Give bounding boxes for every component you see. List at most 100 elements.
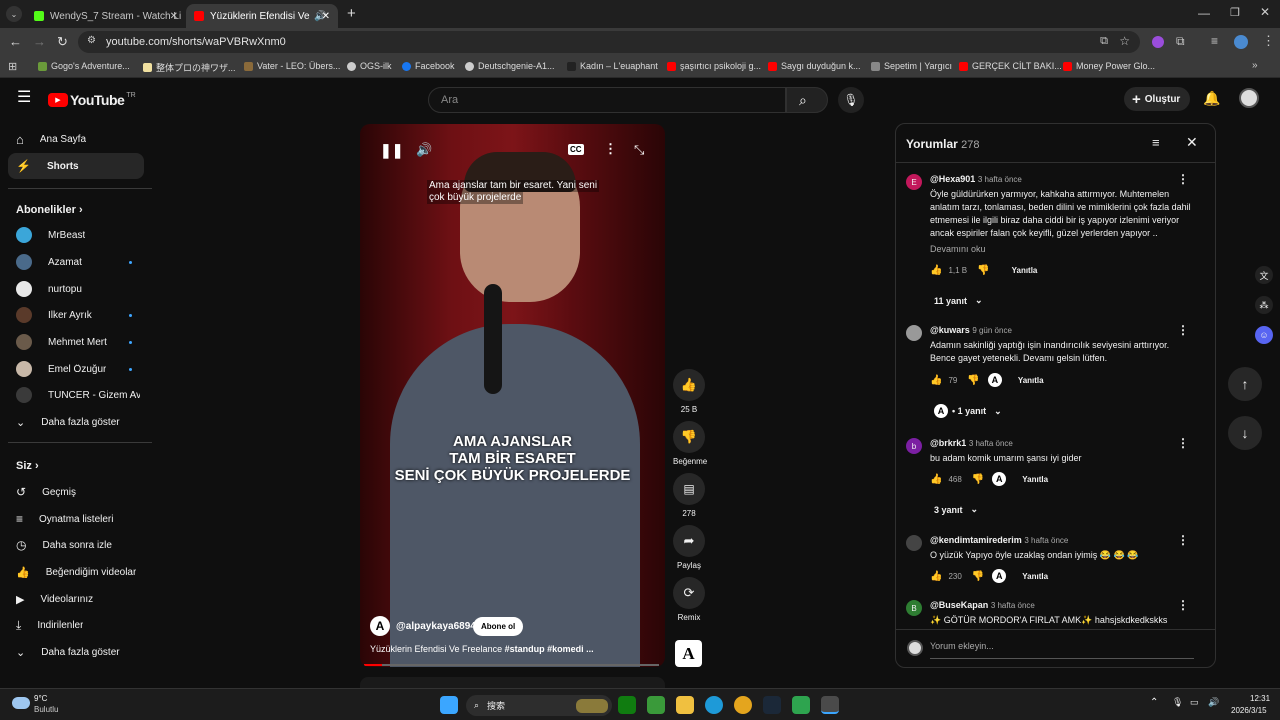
channel-name[interactable]: @alpaykaya6894 (396, 621, 476, 632)
menu-icon[interactable]: ⋮ (1262, 33, 1275, 49)
file-explorer-icon[interactable] (676, 696, 694, 714)
volume-icon[interactable]: 🔊 (416, 142, 432, 158)
comments-button[interactable]: ▤ 278 (673, 473, 705, 518)
hamburger-menu-icon[interactable]: ☰ (17, 90, 31, 106)
profile-avatar[interactable] (1234, 35, 1248, 49)
comment-menu-icon[interactable]: ⋮ (1177, 533, 1189, 547)
create-button[interactable]: + Oluştur (1124, 87, 1190, 111)
youtube-logo[interactable]: ▶ YouTube TR (48, 92, 136, 108)
subscriptions-header[interactable]: Abonelikler › (16, 204, 83, 216)
edge-icon[interactable] (705, 696, 723, 714)
notifications-icon[interactable]: 🔔 (1203, 90, 1220, 107)
replies-toggle[interactable]: A • 1 yanıt ⌄ (934, 404, 1002, 418)
tab-kick[interactable]: WendyS_7 Stream - Watch Li ✕ (26, 4, 186, 28)
thumbs-down-icon[interactable]: 👎 (967, 375, 979, 386)
bookmark[interactable]: Saygı duyduğun k... (768, 61, 861, 71)
extension-side-icon[interactable]: ⁂ (1255, 296, 1273, 314)
thumbs-down-icon[interactable]: 👎 (972, 474, 984, 485)
replies-toggle[interactable]: 3 yanıt ⌄ (934, 504, 978, 515)
taskbar-search[interactable]: ⌕ 搜索 (466, 695, 612, 716)
more-bookmarks-icon[interactable]: » (1252, 60, 1258, 71)
search-input[interactable]: Ara (428, 87, 786, 113)
reply-button[interactable]: Yanıtla (1012, 266, 1038, 275)
replies-toggle[interactable]: 11 yanıt ⌄ (934, 295, 983, 306)
reply-button[interactable]: Yanıtla (1022, 572, 1048, 581)
read-more-link[interactable]: Devamını oku (930, 244, 986, 254)
you-header[interactable]: Siz › (16, 460, 39, 472)
reply-button[interactable]: Yanıtla (1022, 475, 1048, 484)
next-short-button[interactable]: ↓ (1228, 416, 1262, 450)
channel-avatar[interactable]: A (370, 616, 390, 636)
avatar[interactable] (906, 325, 922, 341)
media-icon[interactable]: ≡ (1211, 34, 1218, 48)
avatar[interactable]: B (906, 600, 922, 616)
avatar[interactable] (906, 535, 922, 551)
captions-icon[interactable]: CC (568, 144, 584, 155)
sidebar-item-home[interactable]: ⌂ Ana Sayfa (8, 126, 144, 152)
restore-icon[interactable]: ❐ (1230, 6, 1240, 19)
like-button[interactable]: 👍 25 B (673, 369, 705, 414)
close-window-icon[interactable]: ✕ (1260, 5, 1270, 19)
apps-icon[interactable]: ⊞ (8, 60, 17, 73)
comment-menu-icon[interactable]: ⋮ (1177, 598, 1189, 612)
reload-icon[interactable]: ↻ (57, 34, 68, 50)
clock-date[interactable]: 2026/3/15 (1231, 706, 1267, 715)
mic-icon[interactable]: 🎙 (1172, 697, 1183, 708)
sidebar-item-subscription[interactable]: MrBeast (8, 222, 144, 248)
search-button[interactable]: ⌕ (786, 87, 828, 113)
bookmark[interactable]: Kadın – L'euaphant (567, 61, 658, 71)
sidebar-item-subscription[interactable]: nurtopu (8, 276, 144, 302)
close-icon[interactable]: ✕ (1186, 134, 1198, 151)
comment-menu-icon[interactable]: ⋮ (1177, 323, 1189, 337)
forward-icon[interactable]: → (33, 34, 46, 49)
sidebar-item-subscription[interactable]: Emel Özuğur (8, 356, 144, 382)
sidebar-item-subscription[interactable]: Mehmet Mert (8, 329, 144, 355)
sidebar-item-history[interactable]: ↺ Geçmiş (8, 479, 144, 505)
sidebar-item-show-more[interactable]: ⌄ Daha fazla göster (8, 409, 144, 435)
steam-icon[interactable] (763, 696, 781, 714)
shorts-video-player[interactable]: ❚❚ 🔊 CC ⋮ ⤡ Ama ajanslar tam bir esaret.… (360, 124, 665, 667)
app-icon[interactable] (792, 696, 810, 714)
bookmark[interactable]: Deutschgenie-A1... (465, 61, 555, 71)
thumbs-up-icon[interactable]: 👍 (930, 265, 942, 276)
comment-menu-icon[interactable]: ⋮ (1177, 436, 1189, 450)
sidebar-item-playlists[interactable]: ≡ Oynatma listeleri (8, 506, 144, 532)
thumbs-up-icon[interactable]: 👍 (930, 571, 942, 582)
network-icon[interactable]: ▭ (1190, 697, 1199, 708)
bookmark[interactable]: OGS-ilk (347, 61, 392, 71)
app-icon[interactable] (647, 696, 665, 714)
start-icon[interactable] (440, 696, 458, 714)
sidebar-item-downloads[interactable]: ⤓ İndirilenler (8, 612, 144, 638)
tab-search-icon[interactable]: ⌄ (6, 6, 22, 22)
bookmark[interactable]: GERÇEK CİLT BAKI... (959, 61, 1062, 71)
pause-icon[interactable]: ❚❚ (380, 142, 403, 159)
assistant-side-icon[interactable]: ☺ (1255, 326, 1273, 344)
comment-menu-icon[interactable]: ⋮ (1177, 172, 1189, 186)
sidebar-item-liked-videos[interactable]: 👍 Beğendiğim videolar (8, 559, 144, 585)
minimize-icon[interactable]: — (1198, 6, 1210, 20)
weather-icon[interactable] (12, 697, 30, 709)
share-button[interactable]: ➦ Paylaş (673, 525, 705, 570)
chrome-icon[interactable] (734, 696, 752, 714)
new-tab-button[interactable]: + (347, 5, 356, 22)
bookmark[interactable]: Sepetim | Yargıcı (871, 61, 952, 71)
add-comment-input[interactable]: Yorum ekleyin... (930, 641, 1194, 659)
bookmark[interactable]: şaşırtıcı psikoloji g... (667, 61, 761, 71)
sidebar-item-show-more[interactable]: ⌄ Daha fazla göster (8, 639, 144, 665)
sidebar-item-watch-later[interactable]: ◷ Daha sonra izle (8, 532, 144, 558)
sort-icon[interactable]: ≡ (1152, 135, 1160, 150)
install-icon[interactable]: ⧉ (1100, 35, 1108, 48)
sidebar-item-shorts[interactable]: ⚡ Shorts (8, 153, 144, 179)
dislike-button[interactable]: 👎 Beğenme (673, 421, 707, 466)
xbox-icon[interactable] (618, 696, 636, 714)
translate-icon[interactable]: 文 (1255, 266, 1273, 284)
thumbs-up-icon[interactable]: 👍 (930, 474, 942, 485)
bookmark-star-icon[interactable]: ☆ (1119, 34, 1130, 48)
reply-button[interactable]: Yanıtla (1018, 376, 1044, 385)
fullscreen-icon[interactable]: ⤡ (634, 142, 644, 158)
thumbs-down-icon[interactable]: 👎 (972, 571, 984, 582)
account-avatar[interactable] (1239, 88, 1259, 108)
address-bar[interactable]: ⚙ youtube.com/shorts/waPVBRwXnm0 ⧉ ☆ (78, 31, 1140, 53)
remix-button[interactable]: ⟳ Remix (673, 577, 705, 622)
thumbs-up-icon[interactable]: 👍 (930, 375, 942, 386)
